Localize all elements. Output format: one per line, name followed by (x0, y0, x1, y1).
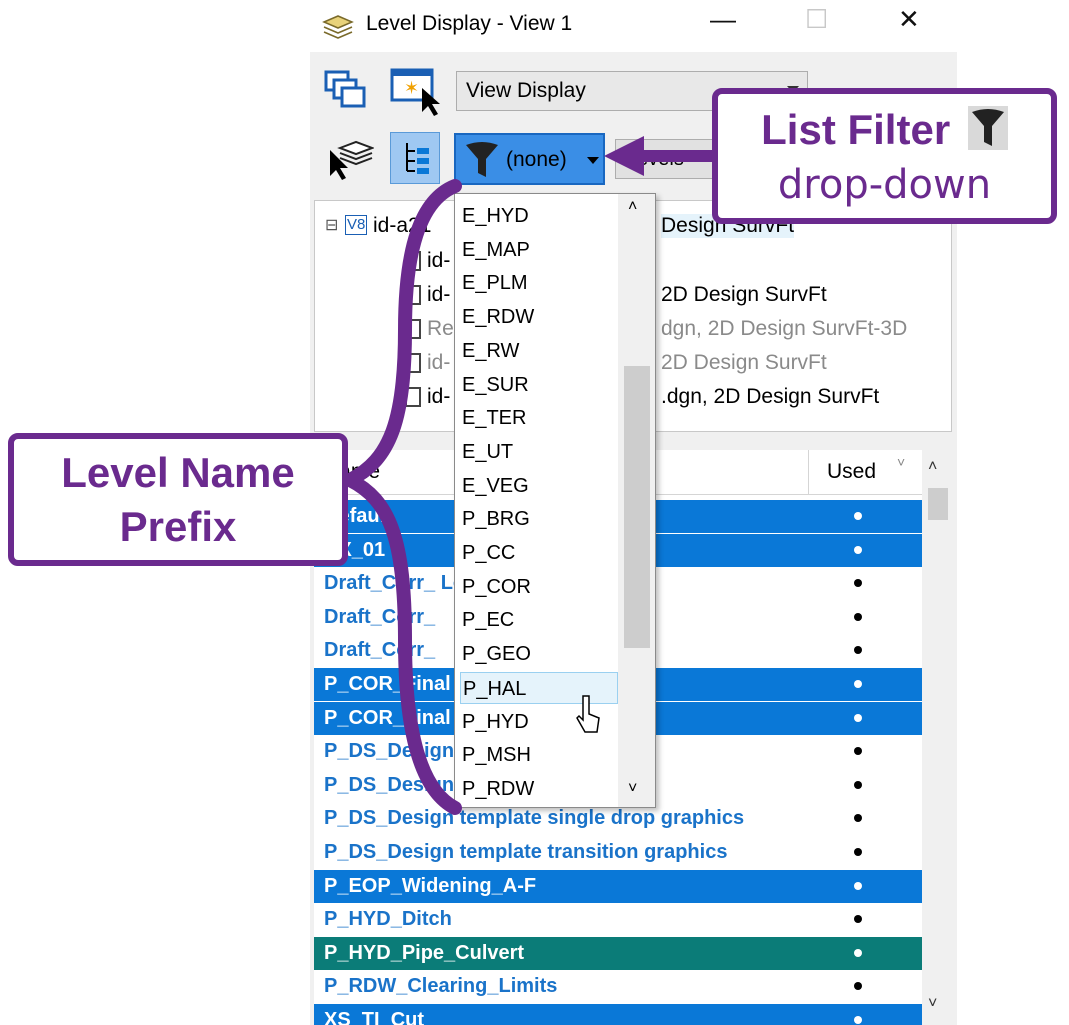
callout-list-filter-subtitle: drop-down (777, 162, 992, 208)
callout-list-filter-text: List Filter (761, 106, 951, 153)
level-prefix-callout: Level Name Prefix (8, 433, 348, 566)
filter-icon (967, 106, 1008, 150)
callout-level-line1: Level Name (61, 449, 295, 496)
callout-list-filter-title: List Filter (718, 106, 1051, 154)
callout-level-line2: Prefix (119, 503, 237, 550)
list-filter-callout: List Filter drop-down (712, 88, 1057, 224)
